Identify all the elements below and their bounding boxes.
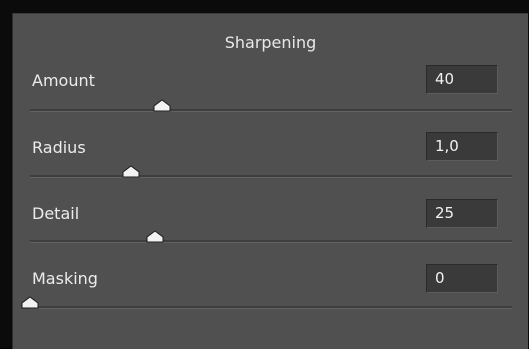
radius-label: Radius [32, 138, 86, 157]
window-frame: Sharpening Amount 40 Radius 1,0 Detail 2… [0, 0, 529, 349]
slider-thumb-icon [153, 99, 171, 112]
radius-input[interactable]: 1,0 [426, 132, 498, 161]
detail-slider-thumb[interactable] [145, 230, 165, 243]
panel-title: Sharpening [224, 33, 317, 52]
detail-slider-track[interactable] [30, 240, 512, 243]
masking-input[interactable]: 0 [426, 264, 498, 293]
radius-slider-thumb[interactable] [121, 165, 141, 178]
detail-input[interactable]: 25 [426, 199, 498, 228]
slider-thumb-icon [21, 296, 39, 309]
masking-slider-track[interactable] [30, 306, 512, 309]
radius-slider-track[interactable] [30, 175, 512, 178]
masking-slider-thumb[interactable] [20, 296, 40, 309]
amount-slider-track[interactable] [30, 109, 512, 112]
masking-label: Masking [32, 269, 98, 288]
slider-thumb-icon [122, 165, 140, 178]
detail-label: Detail [32, 204, 80, 223]
amount-label: Amount [32, 71, 95, 90]
amount-input[interactable]: 40 [426, 65, 498, 94]
sharpening-panel: Sharpening Amount 40 Radius 1,0 Detail 2… [12, 13, 528, 349]
amount-slider-thumb[interactable] [152, 99, 172, 112]
slider-thumb-icon [146, 230, 164, 243]
